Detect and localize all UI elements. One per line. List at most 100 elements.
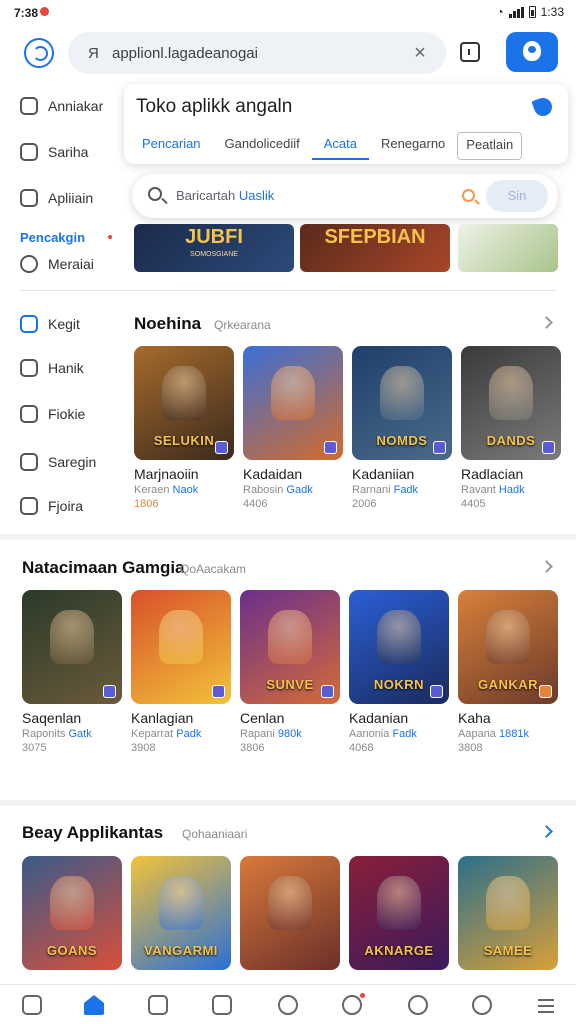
search-query[interactable]: applionl.lagadeanogai (112, 45, 410, 62)
section-divider (0, 534, 576, 540)
app-card[interactable]: SUNVE Cenlan Rapani 980k 3806 (240, 590, 340, 754)
character-art (377, 610, 421, 664)
app-thumbnail[interactable]: DANDS (461, 346, 561, 460)
app-card[interactable]: Kadaidan Rabosin Gadk 4406 (243, 346, 343, 510)
sidebar-item[interactable]: Meraiai (20, 252, 94, 276)
app-card[interactable]: DANDS Radlacian Ravant Hadk 4405 (461, 346, 561, 510)
promo-banner[interactable] (458, 224, 558, 272)
app-rating: 3075 (22, 742, 47, 754)
app-thumbnail[interactable]: AKNARGE (349, 856, 449, 970)
search-submit-button[interactable]: Sin (486, 180, 548, 212)
sidebar-item-label: Apliiain (48, 190, 94, 206)
search-key-icon: Я (88, 44, 99, 62)
section-more-chevron-icon[interactable] (540, 560, 553, 573)
search-accent-icon[interactable] (462, 189, 475, 202)
store-brand-icon[interactable] (531, 95, 555, 119)
sidebar-item[interactable]: Anniakar (20, 94, 103, 118)
app-card[interactable]: Kanlagian Keparrat Padk 3908 (131, 590, 231, 754)
app-name: Kadanian (349, 710, 409, 726)
sidebar-item[interactable]: Kegit (20, 312, 80, 336)
search-placeholder[interactable]: Baricartah Uaslik (176, 188, 274, 203)
section-title: Natacimaan Gamgia (22, 558, 185, 577)
emoji-nav-icon[interactable] (342, 995, 362, 1015)
app-card[interactable]: NOKRN Kadanian Aanonia Fadk 4068 (349, 590, 449, 754)
app-thumbnail[interactable] (240, 856, 340, 970)
character-art (50, 610, 94, 664)
account-nav-icon[interactable] (472, 995, 492, 1015)
menu-icon[interactable] (536, 995, 556, 1015)
store-tab[interactable]: Gandolicediif (213, 130, 312, 160)
sidebar-item[interactable]: Fiokie (20, 402, 85, 426)
app-thumbnail[interactable] (131, 590, 231, 704)
platform-badge-icon (539, 685, 552, 698)
status-icons: ◔ 1:33 (496, 5, 564, 19)
profile-button[interactable] (506, 32, 558, 72)
app-thumbnail[interactable]: NOMDS (352, 346, 452, 460)
tab-switcher-icon[interactable] (460, 42, 480, 62)
sidebar-item[interactable]: Apliiain (20, 186, 93, 210)
search-person-nav-icon[interactable] (408, 995, 428, 1015)
app-card[interactable]: AKNARGE (349, 856, 449, 970)
developer-name: Aapana (458, 728, 496, 740)
sidebar-item[interactable]: Sariha (20, 140, 88, 164)
app-name: Kaha (458, 710, 491, 726)
home-nav-icon[interactable] (84, 995, 104, 1015)
section-more-chevron-icon[interactable] (540, 825, 553, 838)
promo-banner[interactable]: JUBFI SOMOSGIANE (134, 224, 294, 272)
character-art (380, 366, 424, 420)
app-art-title: VANGARMI (144, 943, 218, 958)
app-thumbnail[interactable] (243, 346, 343, 460)
app-icon (20, 189, 38, 207)
sidebar-item-label: Pencakgin (20, 229, 86, 245)
app-card[interactable]: GANKAR Kaha Aapana 1881k 3808 (458, 590, 558, 754)
app-developer: Aapana 1881k (458, 728, 558, 740)
store-tab[interactable]: Pencarian (130, 130, 213, 160)
app-card[interactable]: SAMEE (458, 856, 558, 970)
developer-tag: 1881k (499, 728, 529, 740)
store-tab[interactable]: Renegarno (369, 130, 457, 160)
app-thumbnail[interactable]: NOKRN (349, 590, 449, 704)
compass-nav-icon[interactable] (278, 995, 298, 1015)
app-thumbnail[interactable]: SUNVE (240, 590, 340, 704)
store-tab[interactable]: Acata (311, 130, 369, 160)
inbox-nav-icon[interactable] (212, 995, 232, 1015)
sidebar-item[interactable]: Saregin (20, 450, 96, 474)
platform-badge-icon (324, 441, 337, 454)
app-art-title: SAMEE (483, 943, 533, 958)
app-name: Marjnaoiin (134, 466, 199, 482)
app-thumbnail[interactable]: SELUKIN (134, 346, 234, 460)
app-logo-icon[interactable] (24, 38, 54, 68)
app-thumbnail[interactable]: GOANS (22, 856, 122, 970)
status-bar: 7:38 ◔ 1:33 (0, 0, 576, 26)
search-bar[interactable]: Я applionl.lagadeanogai × (68, 32, 446, 74)
store-search-field[interactable]: Baricartah Uaslik Sin (132, 174, 558, 218)
app-card[interactable]: VANGARMI (131, 856, 231, 970)
app-developer: Rabosin Gadk (243, 484, 343, 496)
app-thumbnail[interactable]: VANGARMI (131, 856, 231, 970)
clear-icon[interactable]: × (410, 42, 430, 65)
app-rating: 3806 (240, 742, 265, 754)
app-card[interactable]: GOANS (22, 856, 122, 970)
developer-name: Keparrat (131, 728, 174, 740)
app-card[interactable]: NOMDS Kadaniian Rarnani Fadk 2006 (352, 346, 452, 510)
app-card[interactable]: SELUKIN Marjnaoiin Keraen Naok 1806 (134, 346, 234, 510)
app-thumbnail[interactable] (22, 590, 122, 704)
sidebar-item-label: Kegit (48, 316, 80, 332)
sidebar-item[interactable]: Fjoira (20, 494, 83, 518)
store-tab[interactable]: Peatlain (457, 132, 523, 160)
app-thumbnail[interactable]: GANKAR (458, 590, 558, 704)
search-icon (148, 187, 162, 201)
sidebar-item[interactable]: Pencakgin (20, 225, 85, 249)
wifi-icon: ◔ (496, 5, 504, 19)
section-more-chevron-icon[interactable] (540, 316, 553, 329)
character-art (486, 876, 530, 930)
store-title: Toko aplikk angaln (136, 96, 293, 117)
sidebar-item[interactable]: Hanik (20, 356, 84, 380)
app-name: Kadaidan (243, 466, 303, 482)
promo-banner[interactable]: SFEPBIAN (300, 224, 450, 272)
chat-nav-icon[interactable] (148, 995, 168, 1015)
bookmark-nav-icon[interactable] (22, 995, 42, 1015)
app-card[interactable] (240, 856, 340, 970)
app-card[interactable]: Saqenlan Raponits Gatk 3075 (22, 590, 122, 754)
app-thumbnail[interactable]: SAMEE (458, 856, 558, 970)
